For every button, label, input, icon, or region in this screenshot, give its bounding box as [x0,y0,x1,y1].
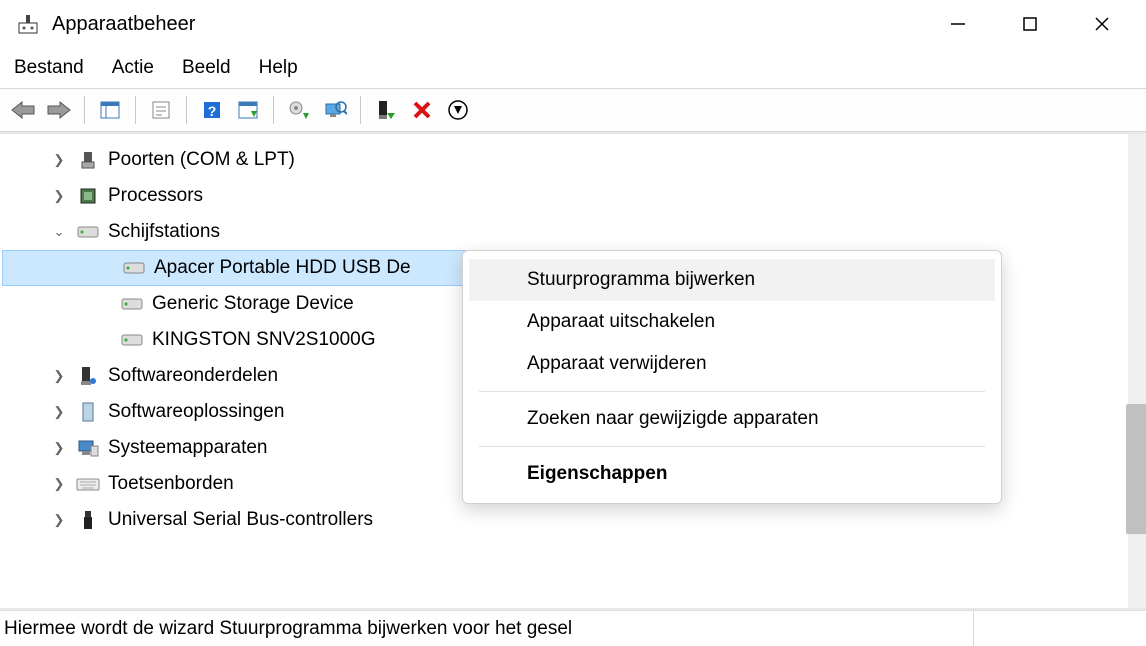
update-driver-button[interactable] [284,95,314,125]
chevron-right-icon[interactable]: ❯ [50,512,68,528]
system-device-icon [76,436,100,460]
show-hide-tree-button[interactable] [95,95,125,125]
tree-node-ports[interactable]: ❯ Poorten (COM & LPT) [0,142,1128,178]
keyboard-icon [76,472,100,496]
menu-file[interactable]: Bestand [14,57,84,79]
action-menu-button[interactable] [233,95,263,125]
tree-node-disk-drives[interactable]: ⌄ Schijfstations [0,214,1128,250]
menu-action[interactable]: Actie [112,57,154,79]
menu-view[interactable]: Beeld [182,57,231,79]
tree-node-usb[interactable]: ❯ Universal Serial Bus-controllers [0,502,1128,538]
port-icon [76,148,100,172]
menu-help[interactable]: Help [259,57,298,79]
software-solution-icon [76,400,100,424]
ctx-scan-hardware[interactable]: Zoeken naar gewijzigde apparaten [469,398,995,440]
tree-label: Softwareonderdelen [108,365,278,387]
status-text: Hiermee wordt de wizard Stuurprogramma b… [4,611,974,646]
app-icon [16,12,40,36]
disk-icon [76,220,100,244]
ctx-properties[interactable]: Eigenschappen [469,453,995,495]
chevron-right-icon[interactable]: ❯ [50,152,68,168]
tree-label: Poorten (COM & LPT) [108,149,295,171]
vertical-scrollbar[interactable] [1128,134,1146,608]
disk-icon [122,256,146,280]
toolbar: ? [0,88,1146,132]
toolbar-separator [360,96,361,124]
chevron-right-icon[interactable]: ❯ [50,440,68,456]
scan-hardware-button[interactable] [320,95,350,125]
chevron-right-icon[interactable]: ❯ [50,188,68,204]
disable-device-button[interactable] [443,95,473,125]
toolbar-separator [135,96,136,124]
content-area: ❯ Poorten (COM & LPT) ❯ Processors ⌄ Sch… [0,132,1146,610]
disk-icon [120,292,144,316]
enable-device-button[interactable] [371,95,401,125]
tree-label: Softwareoplossingen [108,401,284,423]
tree-node-apacer[interactable]: Apacer Portable HDD USB De [2,250,512,286]
ctx-uninstall-device[interactable]: Apparaat verwijderen [469,343,995,385]
tree-label: Apacer Portable HDD USB De [154,257,411,279]
window-title: Apparaatbeheer [52,13,922,36]
toolbar-separator [273,96,274,124]
maximize-button[interactable] [994,0,1066,48]
back-button[interactable] [8,95,38,125]
statusbar: Hiermee wordt de wizard Stuurprogramma b… [0,610,1146,646]
svg-text:?: ? [208,103,217,119]
tree-label: Toetsenborden [108,473,234,495]
toolbar-separator [84,96,85,124]
tree-label: Processors [108,185,203,207]
scrollbar-thumb[interactable] [1126,404,1146,534]
toolbar-separator [186,96,187,124]
processor-icon [76,184,100,208]
titlebar: Apparaatbeheer [0,0,1146,48]
chevron-right-icon[interactable]: ❯ [50,368,68,384]
menubar: Bestand Actie Beeld Help [0,48,1146,88]
chevron-down-icon[interactable]: ⌄ [50,224,68,240]
tree-node-processors[interactable]: ❯ Processors [0,178,1128,214]
close-button[interactable] [1066,0,1138,48]
window-controls [922,0,1138,48]
help-button[interactable]: ? [197,95,227,125]
chevron-right-icon[interactable]: ❯ [50,476,68,492]
uninstall-device-button[interactable] [407,95,437,125]
context-menu-separator [479,391,985,392]
usb-icon [76,508,100,532]
tree-label: Universal Serial Bus-controllers [108,509,373,531]
tree-label: Generic Storage Device [152,293,354,315]
context-menu: Stuurprogramma bijwerken Apparaat uitsch… [462,250,1002,504]
context-menu-separator [479,446,985,447]
software-component-icon [76,364,100,388]
tree-label: Schijfstations [108,221,220,243]
chevron-right-icon[interactable]: ❯ [50,404,68,420]
forward-button[interactable] [44,95,74,125]
properties-button[interactable] [146,95,176,125]
minimize-button[interactable] [922,0,994,48]
tree-label: Systeemapparaten [108,437,268,459]
ctx-disable-device[interactable]: Apparaat uitschakelen [469,301,995,343]
disk-icon [120,328,144,352]
tree-label: KINGSTON SNV2S1000G [152,329,376,351]
ctx-update-driver[interactable]: Stuurprogramma bijwerken [469,259,995,301]
